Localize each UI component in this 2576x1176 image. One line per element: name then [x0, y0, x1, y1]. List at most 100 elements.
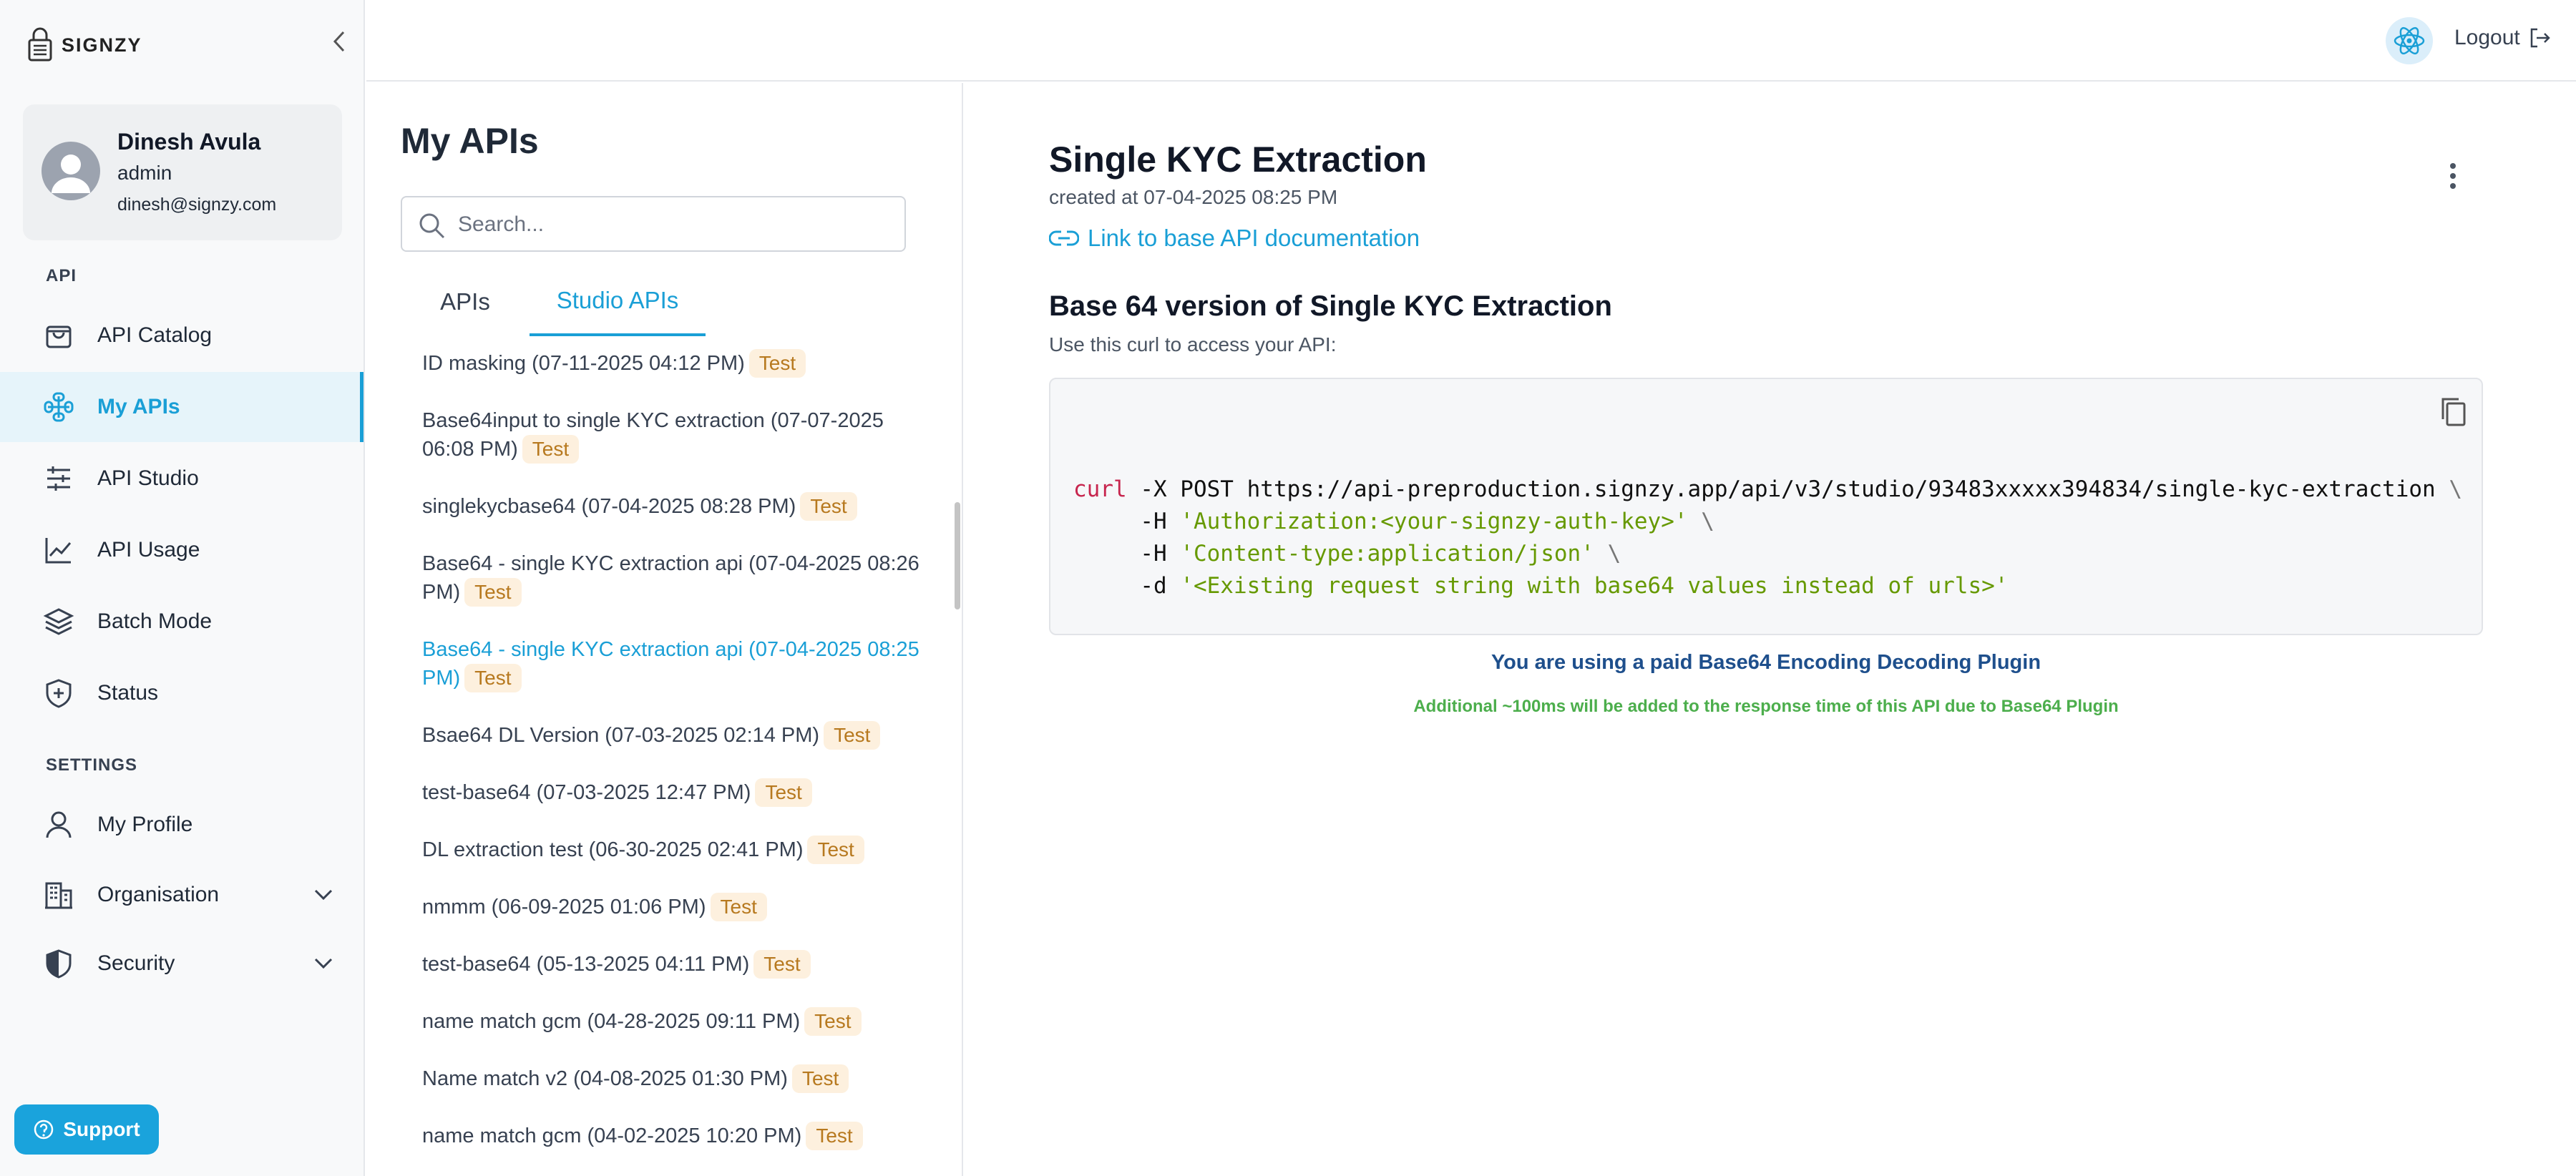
list-item[interactable]: nmmm (06-09-2025 01:06 PM) Test: [422, 893, 923, 921]
sidebar-item-label: Status: [97, 681, 159, 705]
latency-note-text: Additional ~100ms will be added to the r…: [1413, 697, 2119, 716]
test-badge: Test: [522, 435, 580, 464]
api-list-panel: My APIs APIs Studio APIs ID masking (07-…: [366, 83, 963, 1176]
sidebar-item-label: API Studio: [97, 466, 199, 490]
api-title: Single KYC Extraction: [1049, 139, 1427, 180]
section-title: Base 64 version of Single KYC Extraction: [1049, 290, 1612, 322]
test-badge: Test: [806, 1122, 863, 1150]
sliders-icon: [42, 461, 76, 496]
signzy-logo-icon: [28, 27, 52, 62]
test-badge: Test: [755, 778, 812, 807]
tab-apis[interactable]: APIs: [401, 268, 530, 336]
paid-plugin-text: You are using a paid Base64 Encoding Dec…: [1491, 651, 2041, 674]
api-item-name: singlekycbase64 (07-04-2025 08:28 PM): [422, 495, 796, 518]
collapse-sidebar-button[interactable]: [323, 26, 355, 57]
test-badge: Test: [824, 721, 881, 750]
api-item-name: Base64input to single KYC extraction (07…: [422, 409, 884, 461]
building-icon: [42, 878, 76, 912]
profile-card[interactable]: Dinesh Avula admin dinesh@signzy.com: [23, 104, 342, 240]
sidebar-item-api-catalog[interactable]: API Catalog: [0, 300, 364, 371]
test-badge: Test: [807, 836, 864, 864]
copy-button[interactable]: [2431, 391, 2474, 433]
bag-icon: [42, 318, 76, 353]
section-label-settings: SETTINGS: [46, 755, 138, 775]
user-icon: [42, 808, 76, 842]
signzy-logo[interactable]: SIGNZY: [27, 27, 142, 63]
list-item[interactable]: test-base64 (05-13-2025 04:11 PM) Test: [422, 950, 923, 979]
test-badge: Test: [748, 349, 806, 378]
sidebar-item-label: API Catalog: [97, 323, 213, 347]
api-item-name: Bsae64 DL Version (07-03-2025 02:14 PM): [422, 724, 820, 747]
logout-button[interactable]: Logout: [2454, 26, 2552, 50]
list-item[interactable]: Bsae64 DL Version (07-03-2025 02:14 PM) T…: [422, 721, 923, 750]
search-input[interactable]: [458, 205, 887, 245]
list-item[interactable]: DL extraction test (06-30-2025 02:41 PM)…: [422, 836, 923, 864]
help-icon: [34, 1119, 54, 1140]
logout-label: Logout: [2454, 26, 2520, 49]
list-item[interactable]: Name match v2 (04-08-2025 01:30 PM) Test: [422, 1064, 923, 1093]
org-avatar[interactable]: [2386, 17, 2433, 64]
curl-command: curl -X POST https://api-preproduction.s…: [1073, 476, 2463, 599]
shield-icon: [42, 946, 76, 981]
test-badge: Test: [710, 893, 767, 921]
latency-note: Additional ~100ms will be added to the r…: [1049, 697, 2483, 717]
list-item[interactable]: test-base64 (07-03-2025 12:47 PM) Test: [422, 778, 923, 807]
test-badge: Test: [464, 578, 522, 607]
api-icon: [42, 390, 76, 424]
logout-icon: [2530, 28, 2550, 48]
support-button[interactable]: Support: [14, 1104, 159, 1155]
page-title: My APIs: [401, 121, 539, 161]
sidebar-item-label: API Usage: [97, 538, 200, 562]
chevron-down-icon[interactable]: [309, 949, 338, 978]
layers-icon: [42, 604, 76, 639]
api-item-name: ID masking (07-11-2025 04:12 PM): [422, 352, 745, 375]
api-item-name: test-base64 (05-13-2025 04:11 PM): [422, 953, 750, 976]
sidebar: SIGNZY Dinesh Avula admin dinesh@signzy.…: [0, 0, 365, 1176]
test-badge: Test: [791, 1064, 849, 1093]
topbar: Logout: [366, 0, 2576, 82]
profile-name: Dinesh Avula: [117, 129, 261, 155]
sidebar-item-api-studio[interactable]: API Studio: [0, 444, 364, 514]
list-item[interactable]: name match gcm (04-28-2025 09:11 PM) Test: [422, 1007, 923, 1036]
doc-link[interactable]: Link to base API documentation: [1049, 225, 1420, 252]
api-item-name: nmmm (06-09-2025 01:06 PM): [422, 896, 706, 918]
profile-email: dinesh@signzy.com: [117, 195, 277, 215]
sidebar-item-status[interactable]: Status: [0, 658, 364, 728]
sidebar-item-my-apis[interactable]: My APIs: [0, 372, 364, 442]
sidebar-item-label: Batch Mode: [97, 609, 213, 633]
curl-code-block[interactable]: curl -X POST https://api-preproduction.s…: [1049, 378, 2483, 635]
atom-icon: [2394, 26, 2425, 55]
sidebar-item-organisation[interactable]: Organisation: [0, 860, 364, 930]
search-box[interactable]: [401, 196, 906, 252]
list-item[interactable]: ID masking (07-11-2025 04:12 PM) Test: [422, 349, 923, 378]
copy-icon: [2441, 398, 2466, 426]
test-badge: Test: [464, 664, 522, 692]
sidebar-item-label: Security: [97, 951, 175, 975]
list-scrollbar[interactable]: [955, 502, 960, 609]
sidebar-item-api-usage[interactable]: API Usage: [0, 515, 364, 585]
brand-name: SIGNZY: [62, 34, 142, 56]
list-item[interactable]: Base64input to single KYC extraction (07…: [422, 406, 923, 464]
tab-studio-apis[interactable]: Studio APIs: [530, 268, 706, 336]
api-item-name: name match gcm (04-28-2025 09:11 PM): [422, 1010, 801, 1033]
more-options-icon[interactable]: [2439, 155, 2467, 197]
api-item-name: test-base64 (07-03-2025 12:47 PM): [422, 781, 751, 804]
sidebar-item-security[interactable]: Security: [0, 928, 364, 999]
api-item-name: DL extraction test (06-30-2025 02:41 PM): [422, 838, 804, 861]
doc-link-label: Link to base API documentation: [1088, 225, 1420, 251]
created-at: created at 07-04-2025 08:25 PM: [1049, 186, 1338, 208]
section-label-api: API: [46, 266, 77, 285]
chevron-left-icon: [333, 31, 345, 52]
list-item[interactable]: singlekycbase64 (07-04-2025 08:28 PM) Tes…: [422, 492, 923, 521]
list-item[interactable]: name match gcm (04-02-2025 10:20 PM) Test: [422, 1122, 923, 1150]
chart-icon: [42, 533, 76, 567]
user-avatar-icon: [52, 155, 90, 193]
search-icon: [419, 213, 445, 239]
sidebar-item-my-profile[interactable]: My Profile: [0, 790, 364, 860]
api-tabs: APIs Studio APIs: [401, 268, 906, 336]
list-item[interactable]: Base64 - single KYC extraction api (07-0…: [422, 549, 923, 607]
list-item-selected[interactable]: Base64 - single KYC extraction api (07-0…: [422, 635, 923, 692]
support-label: Support: [63, 1118, 140, 1140]
chevron-down-icon[interactable]: [309, 881, 338, 909]
sidebar-item-batch-mode[interactable]: Batch Mode: [0, 587, 364, 657]
